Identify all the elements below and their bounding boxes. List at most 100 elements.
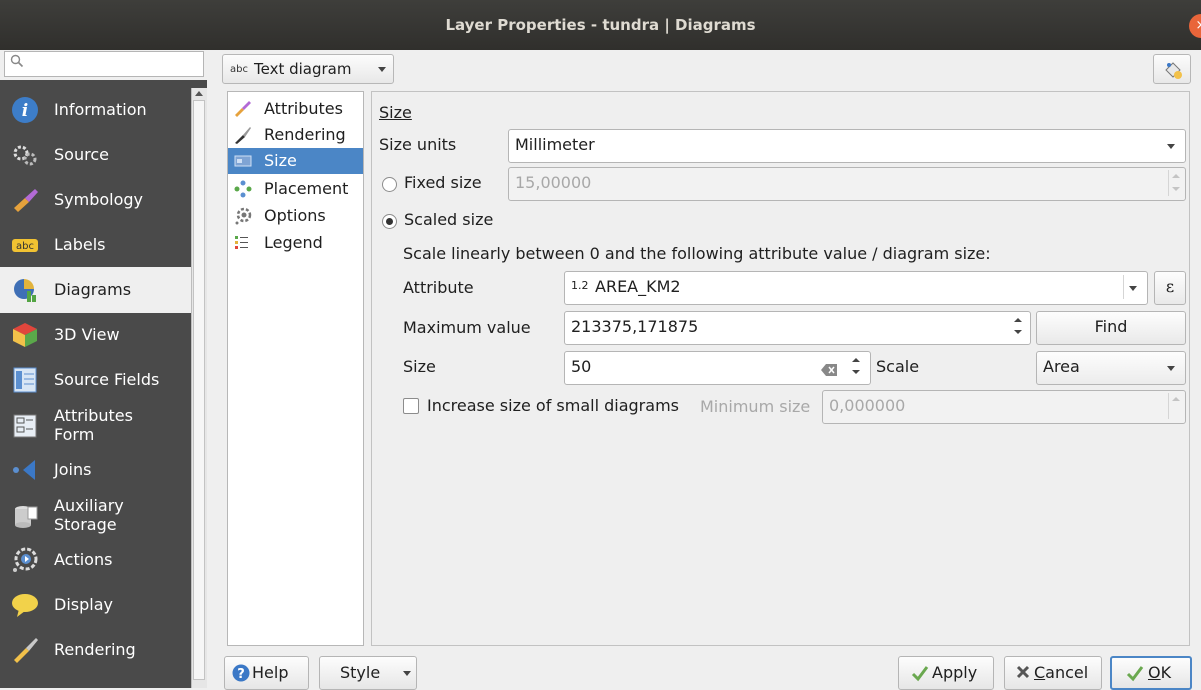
sidebar-item-variables[interactable]: ε Variables: [0, 672, 192, 688]
increase-small-label: Increase size of small diagrams: [427, 396, 679, 415]
cancel-label-rest: ancel: [1045, 663, 1089, 682]
window-titlebar: Layer Properties - tundra | Diagrams: [0, 0, 1201, 50]
tree-item-legend[interactable]: Legend: [228, 230, 363, 256]
maximum-value-spinner[interactable]: [1011, 314, 1025, 340]
scale-combo[interactable]: Area: [1036, 351, 1186, 385]
legend-icon: [234, 234, 252, 252]
search-icon: [10, 54, 24, 72]
sidebar: i Information Source Symbology abc Label…: [0, 80, 207, 688]
sidebar-item-labels[interactable]: abc Labels: [0, 222, 192, 268]
joins-icon: [11, 456, 39, 484]
style-manager-button[interactable]: [1153, 54, 1191, 84]
sidebar-item-rendering[interactable]: Rendering: [0, 627, 192, 673]
find-button[interactable]: Find: [1036, 311, 1186, 345]
expression-button[interactable]: ε: [1154, 271, 1186, 305]
sidebar-item-attributes-form[interactable]: Attributes Form: [0, 402, 192, 448]
cancel-label: Cancel: [1034, 657, 1088, 689]
size-input[interactable]: 50: [564, 351, 871, 385]
minimum-size-input[interactable]: 0,000000: [822, 390, 1186, 424]
chevron-down-icon: [1167, 144, 1175, 149]
sidebar-item-3d-view[interactable]: 3D View: [0, 312, 192, 358]
fixed-size-radio[interactable]: [382, 177, 397, 192]
minimum-size-spinner[interactable]: [1168, 393, 1183, 419]
style-label: Style: [340, 663, 381, 682]
help-icon: ?: [232, 664, 250, 686]
source-fields-icon: [11, 366, 39, 394]
sidebar-item-auxiliary-storage[interactable]: Auxiliary Storage: [0, 492, 192, 538]
scroll-up-icon[interactable]: [195, 91, 203, 96]
help-label: Help: [252, 663, 289, 682]
spin-up-icon: [1172, 397, 1180, 401]
3d-view-icon: [11, 321, 39, 349]
size-spinner[interactable]: [849, 354, 863, 380]
diagram-type-prefix: abc: [230, 64, 248, 75]
find-button-label: Find: [1094, 317, 1128, 336]
fixed-size-spinner[interactable]: [1168, 170, 1183, 196]
ok-label-rest: K: [1160, 663, 1172, 682]
spin-down-icon: [852, 370, 860, 374]
fixed-size-label: Fixed size: [404, 173, 482, 192]
size-units-combo[interactable]: Millimeter: [508, 129, 1186, 163]
diagram-type-combo[interactable]: abc Text diagram: [222, 54, 394, 84]
sidebar-item-symbology[interactable]: Symbology: [0, 177, 192, 223]
sidebar-item-source[interactable]: Source: [0, 132, 192, 178]
sidebar-item-information[interactable]: i Information: [0, 87, 192, 133]
sidebar-search-input[interactable]: [4, 51, 204, 77]
minimum-size-label: Minimum size: [700, 397, 811, 416]
sidebar-item-label-line2: Form: [54, 425, 95, 444]
scaled-size-radio[interactable]: [382, 214, 397, 229]
fixed-size-value: 15,00000: [515, 173, 592, 192]
ok-button[interactable]: OK: [1110, 656, 1192, 690]
sidebar-item-diagrams[interactable]: Diagrams: [0, 267, 192, 313]
tree-item-rendering[interactable]: Rendering: [228, 122, 363, 148]
svg-text:?: ?: [237, 667, 245, 682]
symbology-icon: [11, 186, 39, 214]
paint-bucket-icon: [1163, 60, 1183, 84]
attributes-brush-icon: [234, 100, 252, 118]
tree-item-placement[interactable]: Placement: [228, 176, 363, 202]
combo-divider: [1123, 275, 1124, 299]
sidebar-item-source-fields[interactable]: Source Fields: [0, 357, 192, 403]
window-title: Layer Properties - tundra | Diagrams: [445, 16, 756, 34]
attribute-label: Attribute: [403, 278, 474, 297]
sidebar-item-display[interactable]: Display: [0, 582, 192, 628]
tree-item-size[interactable]: Size: [228, 148, 363, 174]
sidebar-item-label-line2: Storage: [54, 515, 117, 534]
apply-button[interactable]: Apply: [898, 656, 994, 690]
cancel-button[interactable]: Cancel: [1004, 656, 1102, 690]
chevron-down-icon: [1167, 366, 1175, 371]
cancel-icon: [1015, 664, 1031, 684]
auxiliary-storage-icon: [11, 501, 39, 529]
size-settings-panel: Size Size units Millimeter Fixed size 15…: [371, 91, 1190, 646]
size-units-value: Millimeter: [515, 135, 595, 154]
maximum-value-label: Maximum value: [403, 318, 531, 337]
clear-icon[interactable]: [821, 361, 837, 380]
sidebar-item-actions[interactable]: Actions: [0, 537, 192, 583]
variables-icon: ε: [11, 681, 39, 688]
attribute-type-prefix: 1.2: [571, 279, 589, 292]
placement-icon: [234, 180, 252, 198]
sidebar-item-joins[interactable]: Joins: [0, 447, 192, 493]
attribute-combo[interactable]: 1.2 AREA_KM2: [564, 271, 1148, 305]
scale-label: Scale: [876, 357, 920, 376]
style-menu-button[interactable]: Style: [319, 656, 417, 690]
increase-small-checkbox[interactable]: [403, 398, 419, 414]
sidebar-item-label-line1: Attributes: [54, 406, 133, 425]
checkmark-icon: [911, 664, 929, 686]
options-icon: [234, 207, 252, 225]
actions-icon: [11, 546, 39, 574]
cancel-mnemonic: C: [1034, 663, 1046, 682]
sidebar-item-label-line1: Auxiliary: [54, 496, 124, 515]
attributes-form-icon: [11, 411, 39, 439]
ok-label: OK: [1148, 658, 1171, 688]
help-button[interactable]: ? Help: [224, 656, 309, 690]
section-title: Size: [379, 103, 412, 122]
tree-item-attributes[interactable]: Attributes: [228, 96, 363, 122]
labels-icon: abc: [11, 231, 39, 259]
tree-item-options[interactable]: Options: [228, 203, 363, 229]
maximum-value-input[interactable]: 213375,171875: [564, 311, 1031, 345]
spin-up-icon: [852, 358, 860, 362]
sidebar-scrollbar-thumb[interactable]: [193, 100, 205, 680]
fixed-size-input[interactable]: 15,00000: [508, 167, 1186, 201]
expression-icon: ε: [1165, 277, 1175, 296]
